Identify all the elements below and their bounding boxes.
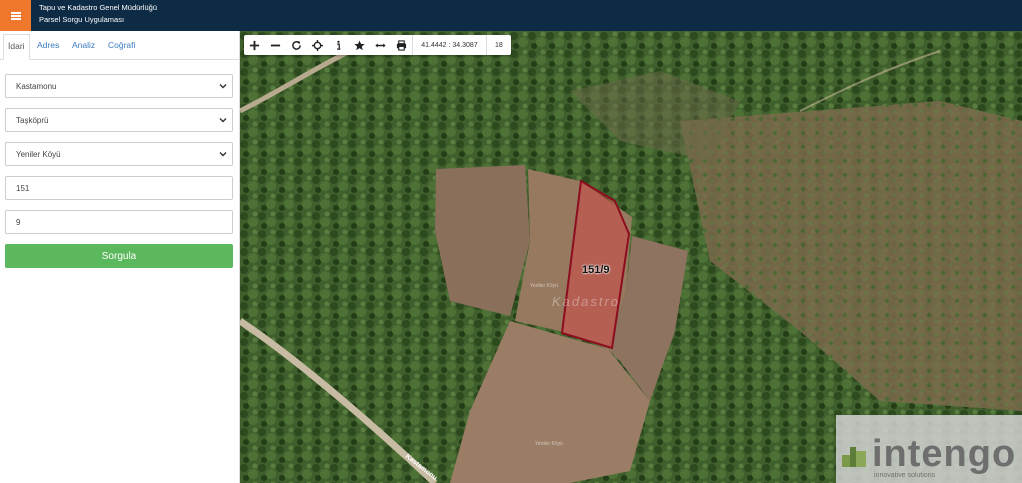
chevron-down-icon — [219, 84, 227, 89]
coordinate-readout: 41.4442 : 34.3087 — [412, 35, 487, 55]
measure-button[interactable] — [370, 35, 391, 55]
info-icon — [337, 40, 341, 50]
district-value: Taşköprü — [16, 115, 49, 125]
block-no-input[interactable]: 151 — [5, 176, 233, 200]
locate-button[interactable] — [307, 35, 328, 55]
top-bar: Tapu ve Kadastro Genel Müdürlüğü Parsel … — [0, 0, 1022, 31]
info-button[interactable] — [328, 35, 349, 55]
parcel-label: 151/9 — [582, 264, 610, 276]
zoom-out-icon — [270, 44, 281, 46]
sidebar: İdari Adres Analiz Coğrafi Kastamonu Taş… — [0, 31, 240, 483]
favorite-button[interactable] — [349, 35, 370, 55]
chevron-down-icon — [219, 152, 227, 157]
tab-adres[interactable]: Adres — [37, 40, 59, 50]
print-button[interactable] — [391, 35, 412, 55]
brand-name: intengo — [872, 433, 1017, 475]
tab-idari[interactable]: İdari — [3, 34, 30, 60]
brand-watermark: intengo innovative solutions — [836, 415, 1022, 483]
zoom-in-button[interactable] — [244, 35, 265, 55]
parcel-no-input[interactable]: 9 — [5, 210, 233, 234]
brand-logo-icon — [842, 447, 866, 467]
block-no-value: 151 — [16, 183, 30, 193]
measure-icon — [375, 42, 386, 48]
app-title-line1: Tapu ve Kadastro Genel Müdürlüğü — [39, 3, 157, 12]
brand-subtitle: innovative solutions — [874, 472, 936, 479]
zoom-in-icon — [249, 40, 260, 50]
app-title: Tapu ve Kadastro Genel Müdürlüğü Parsel … — [39, 2, 157, 26]
field-label: Yeniler Köyü — [530, 283, 558, 289]
refresh-icon — [292, 40, 301, 50]
map-view[interactable]: 41.4442 : 34.3087 18 151/9 Kadastro Yeni… — [240, 31, 1022, 483]
tab-analiz[interactable]: Analiz — [72, 40, 95, 50]
field-label: Yeniler Köyü — [535, 441, 563, 447]
neighborhood-value: Yeniler Köyü — [16, 149, 61, 159]
parcel-no-value: 9 — [16, 217, 21, 227]
chevron-down-icon — [219, 118, 227, 123]
query-button[interactable]: Sorgula — [5, 244, 233, 268]
hamburger-icon — [10, 14, 21, 17]
locate-icon — [312, 39, 323, 51]
star-icon — [354, 39, 365, 50]
tab-bar: İdari Adres Analiz Coğrafi — [0, 31, 240, 60]
zoom-out-button[interactable] — [265, 35, 286, 55]
tab-cografi[interactable]: Coğrafi — [108, 40, 135, 50]
district-select[interactable]: Taşköprü — [5, 108, 233, 132]
neighborhood-select[interactable]: Yeniler Köyü — [5, 142, 233, 166]
zoom-level-readout: 18 — [495, 41, 503, 49]
province-value: Kastamonu — [16, 81, 57, 91]
refresh-button[interactable] — [286, 35, 307, 55]
map-watermark: Kadastro — [552, 294, 621, 309]
province-select[interactable]: Kastamonu — [5, 74, 233, 98]
app-title-line2: Parsel Sorgu Uygulaması — [39, 15, 125, 24]
map-toolbar: 41.4442 : 34.3087 18 — [244, 35, 511, 55]
print-icon — [396, 39, 407, 51]
hamburger-menu-button[interactable] — [0, 0, 31, 31]
